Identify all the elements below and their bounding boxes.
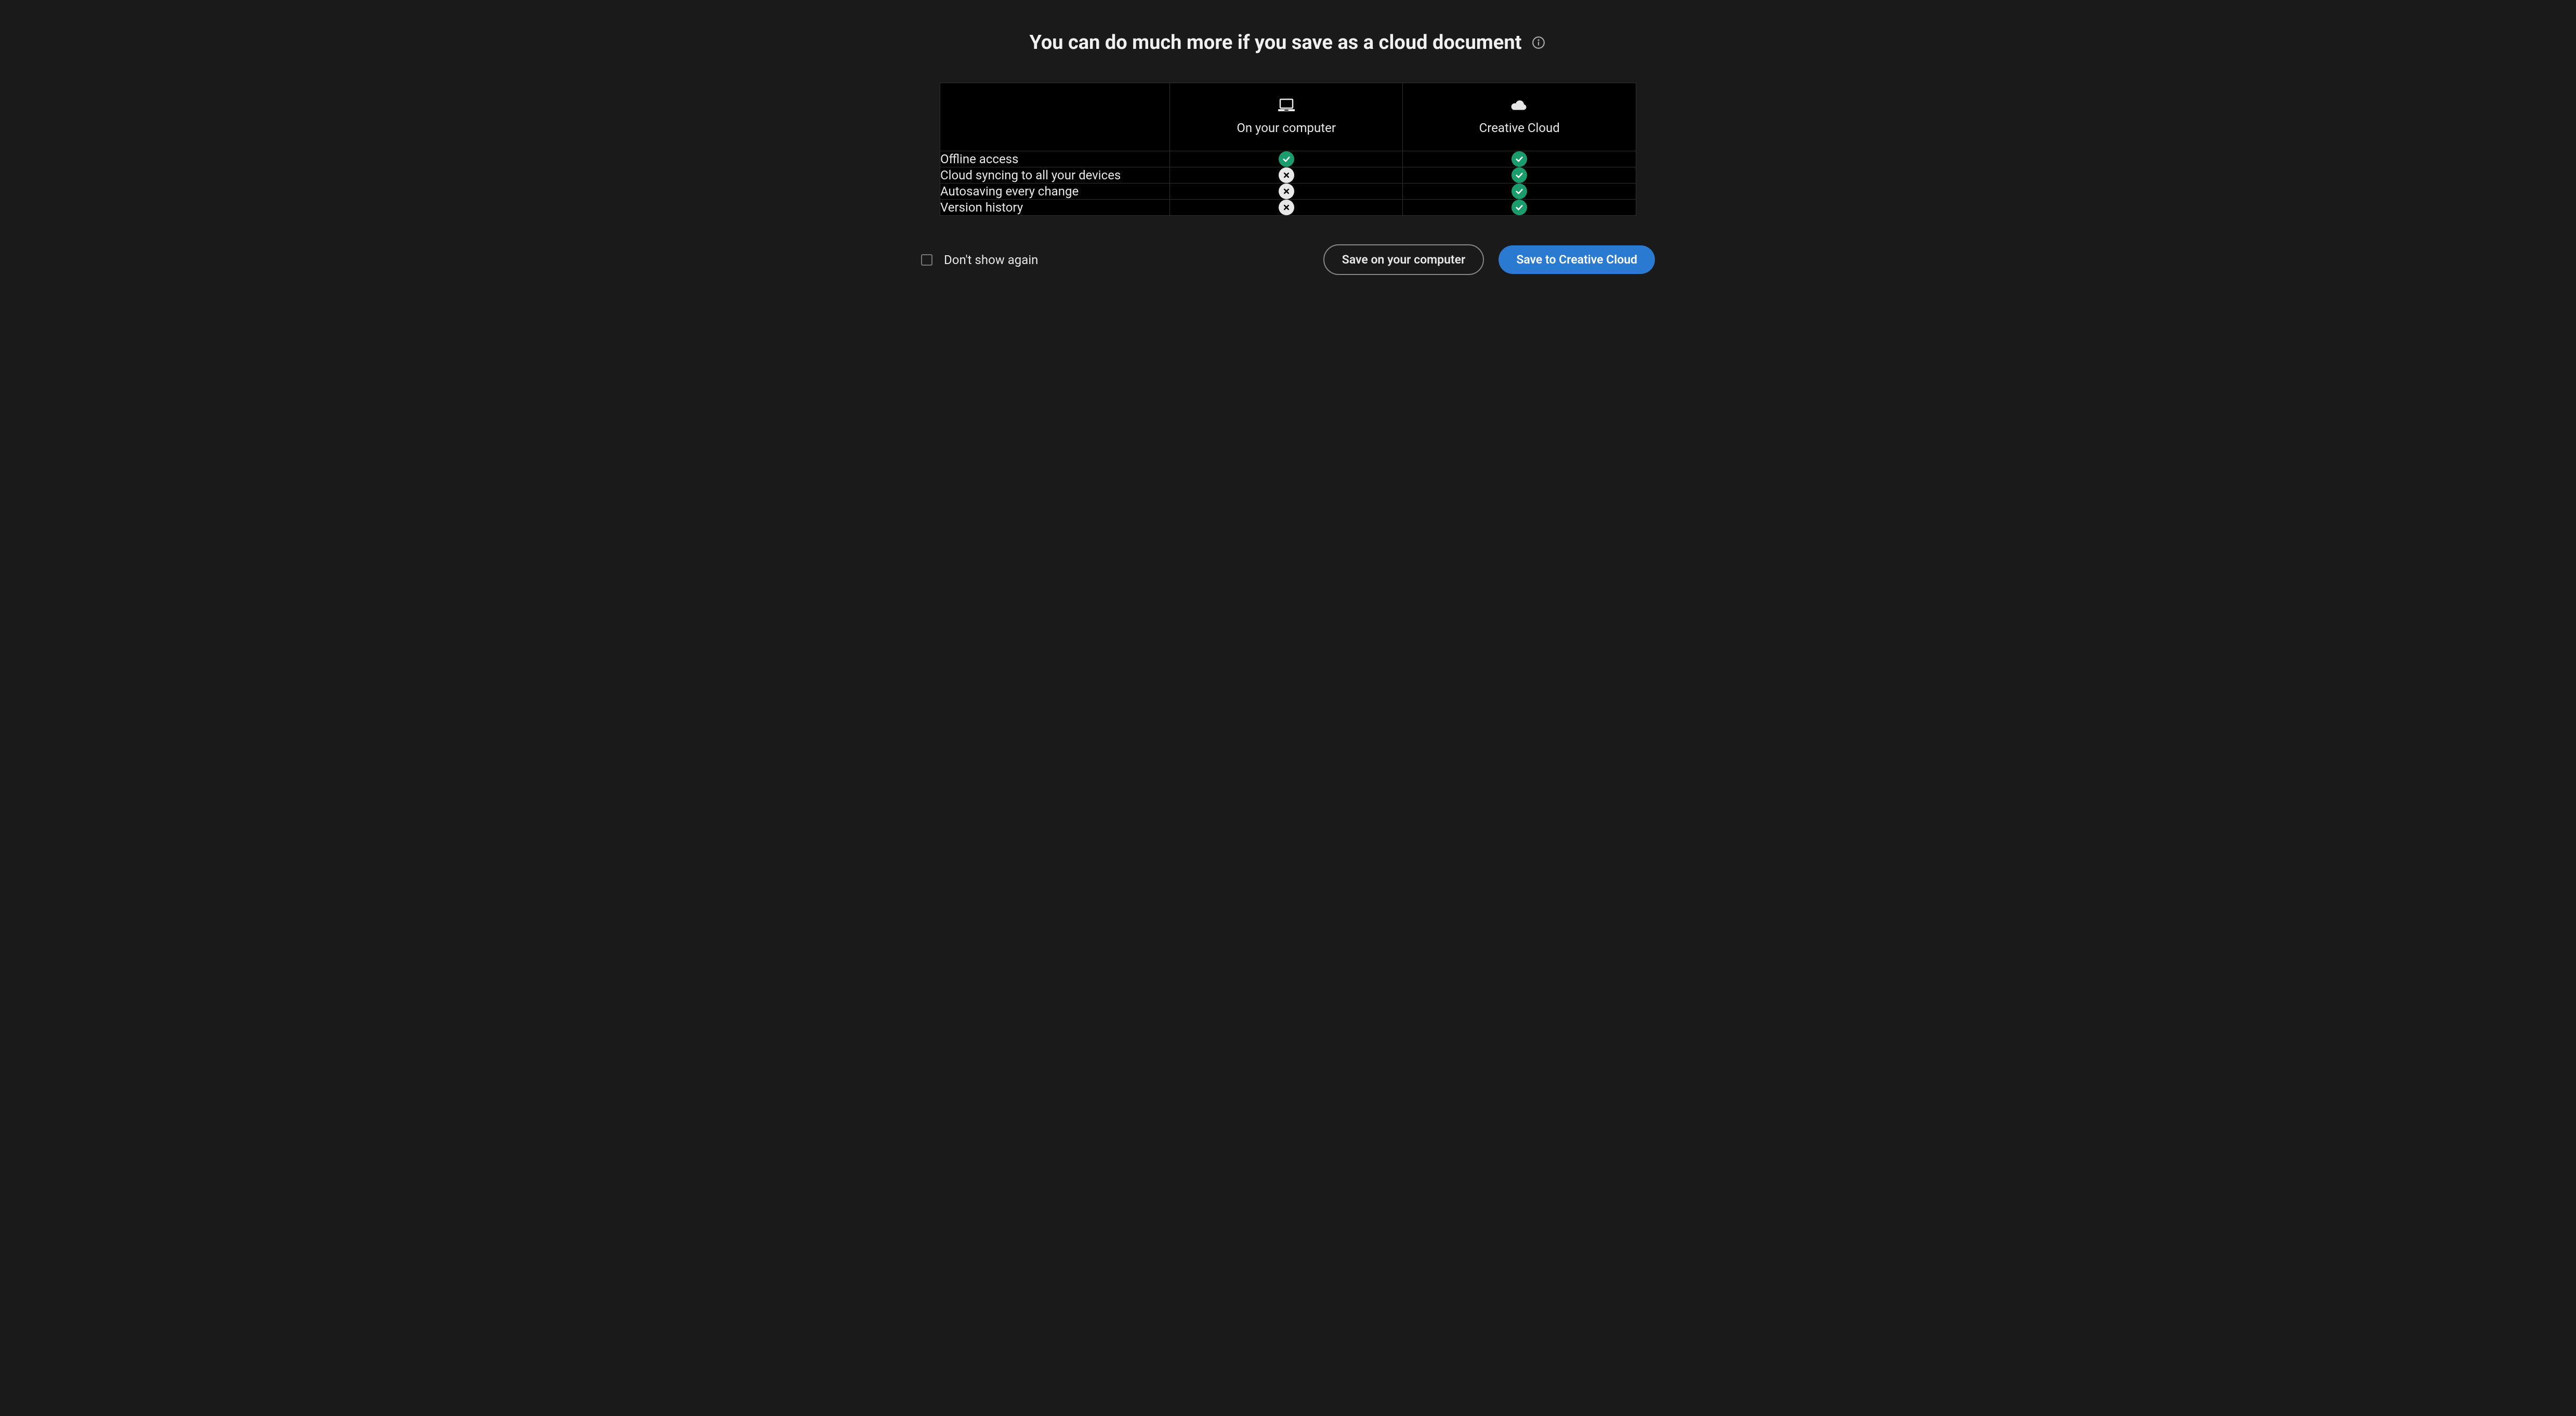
info-icon[interactable] xyxy=(1531,35,1546,50)
dialog-footer: Don't show again Save on your computer S… xyxy=(919,244,1657,275)
cross-icon xyxy=(1279,167,1294,183)
feature-mark xyxy=(1403,167,1636,183)
feature-label: Autosaving every change xyxy=(940,183,1170,200)
table-header-local: On your computer xyxy=(1169,83,1403,151)
feature-mark xyxy=(1403,200,1636,216)
table-row: Autosaving every change xyxy=(940,183,1636,200)
feature-mark xyxy=(1169,183,1403,200)
feature-label: Offline access xyxy=(940,151,1170,167)
dialog-title: You can do much more if you save as a cl… xyxy=(1030,31,1522,54)
feature-label: Cloud syncing to all your devices xyxy=(940,167,1170,183)
feature-mark xyxy=(1403,183,1636,200)
check-icon xyxy=(1512,167,1527,183)
check-icon xyxy=(1279,151,1294,167)
table-row: Version history xyxy=(940,200,1636,216)
column-label-local: On your computer xyxy=(1180,121,1392,135)
feature-mark xyxy=(1169,151,1403,167)
feature-mark xyxy=(1169,167,1403,183)
check-icon xyxy=(1512,151,1527,167)
comparison-table: On your computer Creative Cloud Offline xyxy=(940,83,1636,216)
cross-icon xyxy=(1279,200,1294,215)
check-icon xyxy=(1512,183,1527,199)
table-header-empty xyxy=(940,83,1170,151)
table-header-cloud: Creative Cloud xyxy=(1403,83,1636,151)
table-header-row: On your computer Creative Cloud xyxy=(940,83,1636,151)
cloud-icon xyxy=(1413,98,1625,113)
save-to-creative-cloud-button[interactable]: Save to Creative Cloud xyxy=(1499,245,1655,274)
laptop-icon xyxy=(1180,98,1392,113)
feature-label: Version history xyxy=(940,200,1170,216)
checkbox-icon[interactable] xyxy=(921,254,932,266)
dont-show-label: Don't show again xyxy=(944,253,1038,267)
save-on-computer-button[interactable]: Save on your computer xyxy=(1323,244,1484,275)
check-icon xyxy=(1512,200,1527,215)
column-label-cloud: Creative Cloud xyxy=(1413,121,1625,135)
feature-mark xyxy=(1169,200,1403,216)
title-row: You can do much more if you save as a cl… xyxy=(919,31,1657,54)
button-row: Save on your computer Save to Creative C… xyxy=(1323,244,1655,275)
table-row: Offline access xyxy=(940,151,1636,167)
table-row: Cloud syncing to all your devices xyxy=(940,167,1636,183)
cross-icon xyxy=(1279,183,1294,199)
cloud-save-dialog: You can do much more if you save as a cl… xyxy=(919,31,1657,275)
dont-show-again-toggle[interactable]: Don't show again xyxy=(921,253,1038,267)
feature-mark xyxy=(1403,151,1636,167)
